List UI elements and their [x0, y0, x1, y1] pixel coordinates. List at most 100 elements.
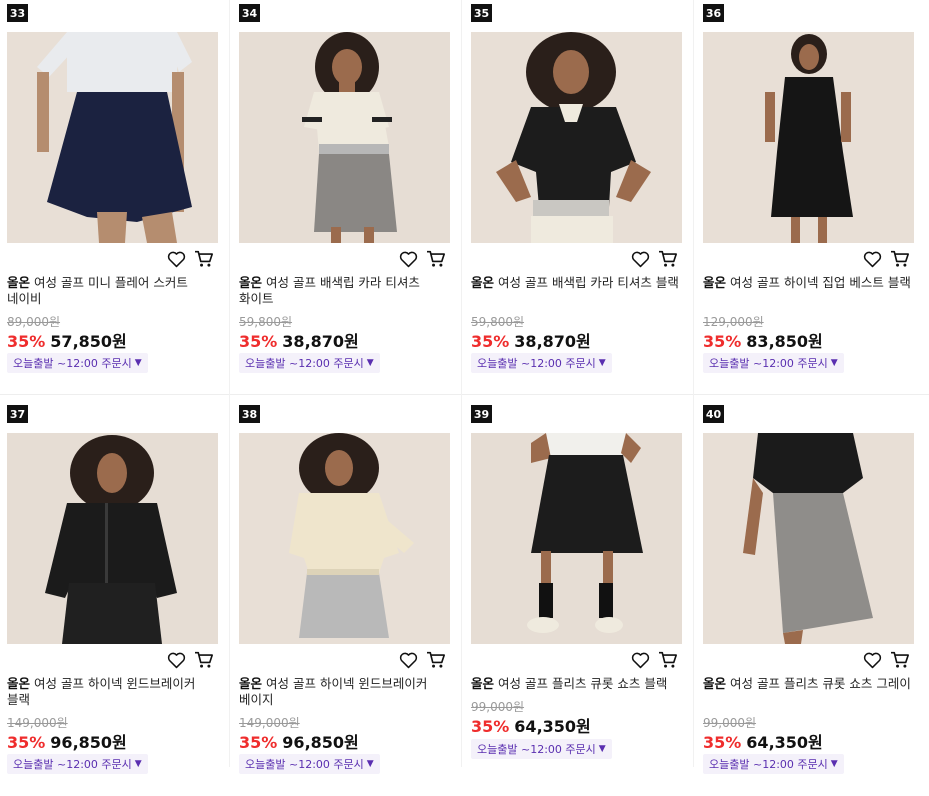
sale-price: 38,870원 — [282, 332, 359, 351]
discount-rate: 35% — [7, 733, 46, 752]
cart-icon[interactable] — [426, 650, 446, 670]
shipping-badge[interactable]: 오늘출발 ~12:00 주문시 ▼ — [7, 353, 148, 373]
rank-badge: 38 — [239, 405, 260, 423]
rank-badge: 36 — [703, 4, 724, 22]
discount-rate: 35% — [239, 733, 278, 752]
sale-price: 96,850원 — [282, 733, 359, 752]
product-title[interactable]: 올온 여성 골프 하이넥 윈드브레이커 베이지 — [239, 676, 447, 708]
product-card[interactable]: 37 올온 여성 골프 하이넥 윈드브레이커 블랙 149,000원 35% 96… — [0, 401, 232, 796]
shipping-badge[interactable]: 오늘출발 ~12:00 주문시 ▼ — [239, 754, 380, 774]
price-line: 35% 64,350원 — [471, 713, 591, 737]
sale-price: 96,850원 — [50, 733, 127, 752]
shipping-badge[interactable]: 오늘출발 ~12:00 주문시 ▼ — [239, 353, 380, 373]
product-title[interactable]: 올온 여성 골프 배색립 카라 티셔츠 블랙 — [471, 275, 679, 291]
brand-name: 올온 — [471, 676, 495, 691]
price-line: 35% 96,850원 — [7, 729, 127, 753]
product-title[interactable]: 올온 여성 골프 미니 플레어 스커트 네이비 — [7, 275, 215, 307]
product-card[interactable]: 35 올온 여성 골프 배색립 카라 티셔츠 블랙 59,800원 35% 38,… — [464, 0, 696, 395]
caret-down-icon: ▼ — [134, 358, 142, 368]
product-card[interactable]: 36 올온 여성 골프 하이넥 집업 베스트 블랙 129,000원 35% 83… — [696, 0, 928, 395]
shipping-text: 오늘출발 ~12:00 주문시 — [245, 357, 364, 370]
product-image[interactable] — [471, 32, 682, 243]
shipping-badge[interactable]: 오늘출발 ~12:00 주문시 ▼ — [7, 754, 148, 774]
brand-name: 올온 — [239, 676, 263, 691]
sale-price: 64,350원 — [514, 717, 591, 736]
rank-badge: 37 — [7, 405, 28, 423]
shipping-badge[interactable]: 오늘출발 ~12:00 주문시 ▼ — [471, 739, 612, 759]
cart-icon[interactable] — [194, 249, 214, 269]
brand-name: 올온 — [7, 676, 31, 691]
product-image[interactable] — [7, 32, 218, 243]
brand-name: 올온 — [703, 676, 727, 691]
sale-price: 57,850원 — [50, 332, 127, 351]
heart-outline-icon[interactable] — [862, 249, 882, 269]
heart-outline-icon[interactable] — [630, 650, 650, 670]
product-name: 여성 골프 하이넥 집업 베스트 블랙 — [730, 275, 911, 290]
caret-down-icon: ▼ — [830, 358, 838, 368]
product-name: 여성 골프 플리츠 큐롯 쇼츠 블랙 — [498, 676, 668, 691]
product-image[interactable] — [471, 433, 682, 644]
product-image[interactable] — [239, 32, 450, 243]
shipping-text: 오늘출발 ~12:00 주문시 — [709, 357, 828, 370]
sale-price: 83,850원 — [746, 332, 823, 351]
price-line: 35% 96,850원 — [239, 729, 359, 753]
product-title[interactable]: 올온 여성 골프 배색립 카라 티셔츠 화이트 — [239, 275, 447, 307]
caret-down-icon: ▼ — [598, 358, 606, 368]
caret-down-icon: ▼ — [830, 759, 838, 769]
price-line: 35% 64,350원 — [703, 729, 823, 753]
cart-icon[interactable] — [658, 650, 678, 670]
caret-down-icon: ▼ — [134, 759, 142, 769]
rank-badge: 34 — [239, 4, 260, 22]
sale-price: 64,350원 — [746, 733, 823, 752]
heart-outline-icon[interactable] — [166, 650, 186, 670]
cart-icon[interactable] — [890, 650, 910, 670]
cart-icon[interactable] — [658, 249, 678, 269]
caret-down-icon: ▼ — [598, 744, 606, 754]
product-card[interactable]: 38 올온 여성 골프 하이넥 윈드브레이커 베이지 149,000원 35% 9… — [232, 401, 464, 796]
product-card[interactable]: 34 올온 여성 골프 배색립 카라 티셔츠 화이트 59,800원 35% 3… — [232, 0, 464, 395]
price-line: 35% 38,870원 — [239, 328, 359, 352]
discount-rate: 35% — [471, 332, 510, 351]
product-image[interactable] — [703, 32, 914, 243]
shipping-text: 오늘출발 ~12:00 주문시 — [13, 357, 132, 370]
product-grid: 33 올온 여성 골프 미니 플레어 스커트 네이비 89,000원 35% 57… — [0, 0, 929, 774]
cart-icon[interactable] — [194, 650, 214, 670]
discount-rate: 35% — [703, 332, 742, 351]
product-title[interactable]: 올온 여성 골프 플리츠 큐롯 쇼츠 그레이 — [703, 676, 911, 692]
product-title[interactable]: 올온 여성 골프 하이넥 윈드브레이커 블랙 — [7, 676, 215, 708]
price-line: 35% 57,850원 — [7, 328, 127, 352]
rank-badge: 39 — [471, 405, 492, 423]
shipping-text: 오늘출발 ~12:00 주문시 — [245, 758, 364, 771]
cart-icon[interactable] — [426, 249, 446, 269]
product-name: 여성 골프 미니 플레어 스커트 네이비 — [7, 275, 188, 306]
shipping-badge[interactable]: 오늘출발 ~12:00 주문시 ▼ — [703, 754, 844, 774]
product-card[interactable]: 33 올온 여성 골프 미니 플레어 스커트 네이비 89,000원 35% 57… — [0, 0, 232, 395]
product-title[interactable]: 올온 여성 골프 플리츠 큐롯 쇼츠 블랙 — [471, 676, 679, 692]
product-image[interactable] — [703, 433, 914, 644]
shipping-badge[interactable]: 오늘출발 ~12:00 주문시 ▼ — [471, 353, 612, 373]
price-line: 35% 38,870원 — [471, 328, 591, 352]
product-card[interactable]: 40 올온 여성 골프 플리츠 큐롯 쇼츠 그레이 99,000원 35% 64,… — [696, 401, 928, 796]
caret-down-icon: ▼ — [366, 358, 374, 368]
heart-outline-icon[interactable] — [630, 249, 650, 269]
heart-outline-icon[interactable] — [862, 650, 882, 670]
rank-badge: 40 — [703, 405, 724, 423]
caret-down-icon: ▼ — [366, 759, 374, 769]
product-image[interactable] — [239, 433, 450, 644]
product-image[interactable] — [7, 433, 218, 644]
price-line: 35% 83,850원 — [703, 328, 823, 352]
discount-rate: 35% — [703, 733, 742, 752]
product-name: 여성 골프 하이넥 윈드브레이커 블랙 — [7, 676, 196, 707]
heart-outline-icon[interactable] — [398, 249, 418, 269]
sale-price: 38,870원 — [514, 332, 591, 351]
product-title[interactable]: 올온 여성 골프 하이넥 집업 베스트 블랙 — [703, 275, 911, 291]
shipping-badge[interactable]: 오늘출발 ~12:00 주문시 ▼ — [703, 353, 844, 373]
shipping-text: 오늘출발 ~12:00 주문시 — [13, 758, 132, 771]
brand-name: 올온 — [703, 275, 727, 290]
cart-icon[interactable] — [890, 249, 910, 269]
rank-badge: 33 — [7, 4, 28, 22]
heart-outline-icon[interactable] — [166, 249, 186, 269]
product-name: 여성 골프 배색립 카라 티셔츠 블랙 — [498, 275, 679, 290]
heart-outline-icon[interactable] — [398, 650, 418, 670]
product-card[interactable]: 39 올온 여성 골프 플리츠 큐롯 쇼츠 블랙 99,000원 35% 64,… — [464, 401, 696, 796]
